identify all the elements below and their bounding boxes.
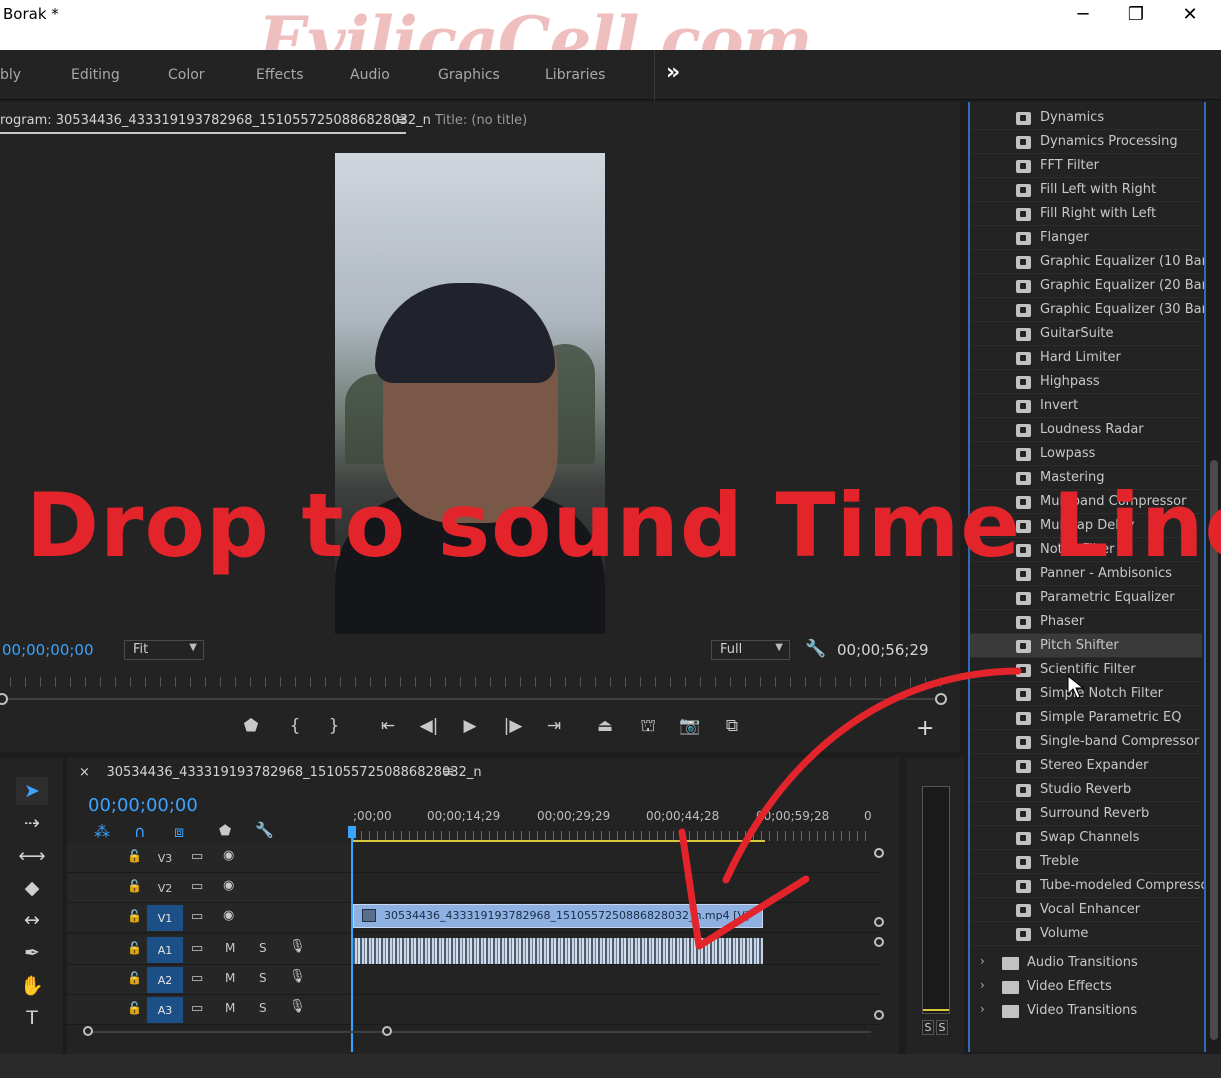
annotation-arrow xyxy=(678,667,1085,950)
